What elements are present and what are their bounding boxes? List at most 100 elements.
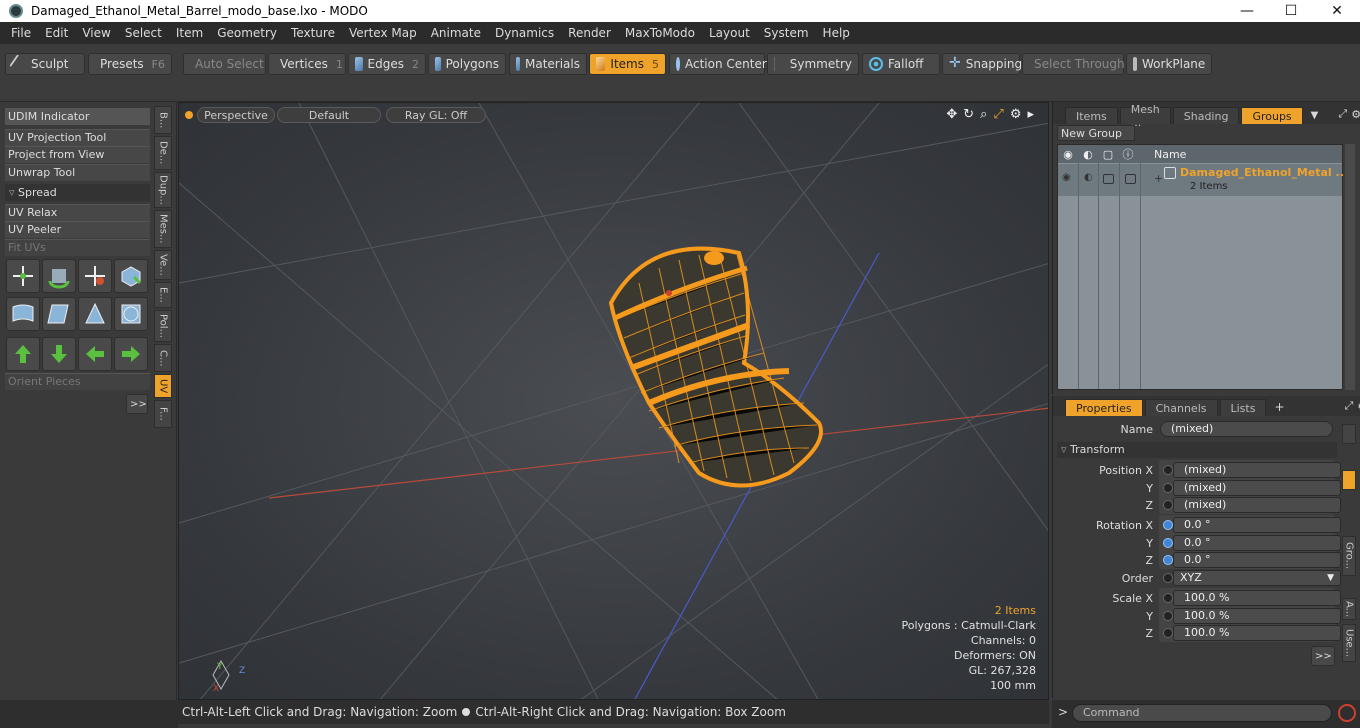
more-tools-button[interactable]: >>: [126, 394, 148, 414]
vtab-ve[interactable]: Ve...: [154, 250, 172, 280]
vtab-pol[interactable]: Pol...: [154, 310, 172, 342]
polygons-button[interactable]: Polygons: [428, 53, 506, 75]
info-icon[interactable]: ⓘ: [1118, 146, 1138, 162]
scale-y-radio[interactable]: [1163, 611, 1173, 621]
pan-icon[interactable]: ✥: [946, 107, 957, 122]
new-group-button[interactable]: New Group: [1057, 125, 1135, 141]
record-icon[interactable]: [1338, 704, 1356, 722]
menu-system[interactable]: System: [757, 26, 816, 40]
name-field[interactable]: (mixed): [1160, 421, 1333, 437]
menu-item[interactable]: Item: [169, 26, 210, 40]
shading-default-dropdown[interactable]: Default: [277, 107, 381, 123]
position-z-field[interactable]: (mixed): [1173, 497, 1341, 513]
perspective-dropdown[interactable]: Perspective: [197, 107, 275, 123]
menu-render[interactable]: Render: [561, 26, 618, 40]
position-z-radio[interactable]: [1163, 500, 1173, 510]
scale-x-field[interactable]: 100.0 %: [1173, 590, 1341, 606]
tab-properties[interactable]: Properties: [1065, 399, 1143, 416]
unwrap-tool-button[interactable]: Unwrap Tool: [5, 164, 150, 181]
close-button[interactable]: ✕: [1314, 0, 1360, 22]
udim-indicator-button[interactable]: UDIM Indicator: [5, 108, 150, 125]
workplane-button[interactable]: WorkPlane: [1126, 53, 1212, 75]
materials-button[interactable]: Materials: [509, 53, 587, 75]
sculpt-button[interactable]: Sculpt: [5, 53, 85, 75]
properties-more-button[interactable]: >>: [1311, 646, 1335, 666]
menu-animate[interactable]: Animate: [424, 26, 488, 40]
menu-vertex-map[interactable]: Vertex Map: [342, 26, 424, 40]
panel-expand-icon[interactable]: ⤢: [1338, 107, 1347, 121]
raygl-toggle[interactable]: Ray GL: Off: [386, 107, 486, 123]
uv-transform-tool-icon[interactable]: [78, 259, 112, 293]
scale-x-radio[interactable]: [1163, 593, 1173, 603]
3d-viewport[interactable]: X Z Y Perspective Default Ray GL: Off ✥ …: [178, 102, 1049, 700]
symmetry-button[interactable]: Symmetry: [767, 53, 859, 75]
position-y-radio[interactable]: [1163, 483, 1173, 493]
panel-expand-icon-2[interactable]: ⤢: [1345, 399, 1354, 413]
tab-groups[interactable]: Groups: [1241, 107, 1303, 124]
tab-items[interactable]: Items: [1065, 107, 1118, 124]
row-eye-icon[interactable]: ◉: [1062, 172, 1071, 183]
tab-mesh[interactable]: Mesh ...: [1119, 103, 1171, 129]
select-through-button[interactable]: Select Through: [1022, 53, 1125, 75]
menu-texture[interactable]: Texture: [284, 26, 342, 40]
rotation-y-radio[interactable]: [1163, 538, 1173, 548]
tab-lists[interactable]: Lists: [1219, 399, 1267, 416]
menu-layout[interactable]: Layout: [702, 26, 757, 40]
order-radio[interactable]: [1163, 573, 1173, 583]
items-button[interactable]: Items 5: [589, 53, 666, 75]
expand-arrow-icon[interactable]: ▸: [1027, 107, 1034, 122]
tab-shading[interactable]: Shading: [1172, 107, 1240, 124]
menu-dynamics[interactable]: Dynamics: [488, 26, 561, 40]
viewport-menu-dot-icon[interactable]: [185, 111, 193, 119]
falloff-button[interactable]: Falloff: [862, 53, 940, 75]
uv-box-tool-icon[interactable]: [114, 259, 148, 293]
rvtab-scroll[interactable]: [1342, 424, 1356, 444]
tab-channels[interactable]: Channels: [1144, 399, 1218, 416]
transform-section[interactable]: ▿ Transform: [1057, 442, 1337, 458]
settings-gear-icon[interactable]: ⚙: [1010, 107, 1022, 122]
uv-grid-tool-2[interactable]: [42, 297, 76, 331]
fit-uvs-button[interactable]: Fit UVs: [5, 239, 150, 256]
action-center-button[interactable]: Action Center: [669, 53, 767, 75]
order-dropdown[interactable]: XYZ ▼: [1173, 570, 1341, 586]
vtab-c[interactable]: C...: [154, 344, 172, 372]
auto-select-button[interactable]: Auto Select: [183, 53, 266, 75]
scale-y-field[interactable]: 100.0 %: [1173, 608, 1341, 624]
rotation-z-field[interactable]: 0.0 °: [1173, 552, 1341, 568]
arrow-down-tool[interactable]: [42, 337, 76, 371]
rvtab-use[interactable]: Use...: [1342, 624, 1356, 662]
command-input[interactable]: Command: [1072, 704, 1332, 722]
rvtab-gro[interactable]: Gro...: [1342, 536, 1356, 576]
fit-icon[interactable]: ⤢: [993, 107, 1003, 122]
uv-move-tool-icon[interactable]: [6, 259, 40, 293]
position-x-radio[interactable]: [1163, 465, 1173, 475]
arrow-right-tool[interactable]: [114, 337, 148, 371]
orbit-icon[interactable]: ↻: [963, 107, 974, 122]
project-from-view-button[interactable]: Project from View: [5, 146, 150, 163]
uv-peeler-button[interactable]: UV Peeler: [5, 221, 150, 238]
expand-plus-icon[interactable]: +: [1154, 172, 1163, 185]
zoom-icon[interactable]: ⌕: [980, 107, 987, 122]
snapping-button[interactable]: ✛ Snapping: [942, 53, 1022, 75]
visibility-eye-icon[interactable]: ◉: [1058, 148, 1078, 161]
group-row[interactable]: ◉ ◐ + Damaged_Ethanol_Metal ... 2 Items: [1058, 164, 1348, 196]
vtab-f[interactable]: F...: [154, 400, 172, 428]
tab-dropdown-icon[interactable]: ▼: [1311, 110, 1319, 121]
maximize-button[interactable]: ☐: [1268, 0, 1314, 22]
scale-z-field[interactable]: 100.0 %: [1173, 625, 1341, 641]
menu-file[interactable]: File: [4, 26, 38, 40]
uv-rotate-tool-icon[interactable]: [42, 259, 76, 293]
arrow-left-tool[interactable]: [78, 337, 112, 371]
uv-grid-tool-3[interactable]: [78, 297, 112, 331]
spread-section[interactable]: ▿ Spread: [5, 184, 150, 201]
rotation-x-radio[interactable]: [1163, 520, 1173, 530]
vtab-e[interactable]: E...: [154, 282, 172, 308]
vtab-dup[interactable]: Dup...: [154, 172, 172, 208]
menu-help[interactable]: Help: [816, 26, 857, 40]
menu-geometry[interactable]: Geometry: [210, 26, 284, 40]
uv-relax-button[interactable]: UV Relax: [5, 204, 150, 221]
position-x-field[interactable]: (mixed): [1173, 462, 1341, 478]
row-lock-checkbox[interactable]: [1103, 174, 1114, 184]
vtab-de[interactable]: De...: [154, 136, 172, 170]
groups-scrollbar[interactable]: [1345, 144, 1355, 390]
